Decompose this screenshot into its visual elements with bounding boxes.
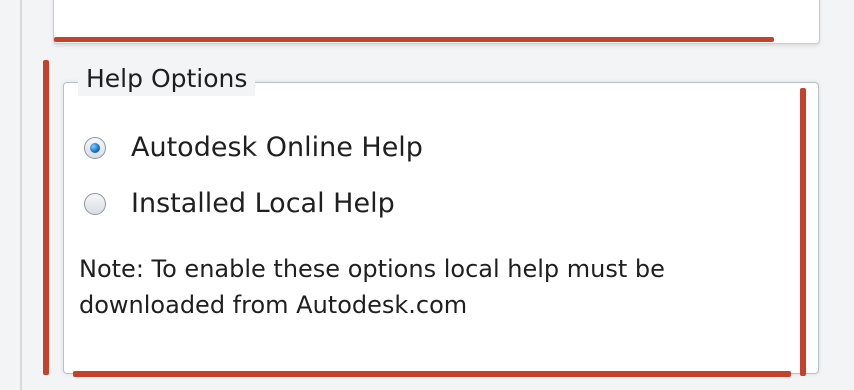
help-options-title: Help Options — [78, 62, 256, 96]
help-note-text: Note: To enable these options local help… — [79, 255, 665, 319]
installed-local-help-option[interactable]: Installed Local Help — [84, 186, 395, 222]
installed-local-help-radio[interactable] — [84, 193, 106, 215]
red-annotation-line-top — [54, 37, 774, 42]
autodesk-online-help-option[interactable]: Autodesk Online Help — [84, 130, 423, 166]
autodesk-online-help-label[interactable]: Autodesk Online Help — [131, 130, 423, 166]
help-options-screenshot: Help Options Autodesk Online Help Instal… — [0, 0, 854, 390]
red-annotation-line-bottom — [73, 371, 791, 377]
installed-local-help-label[interactable]: Installed Local Help — [131, 186, 395, 222]
autodesk-online-help-radio[interactable] — [84, 137, 106, 159]
red-annotation-line-right — [800, 88, 806, 376]
red-annotation-line-left — [43, 60, 49, 375]
left-separator — [20, 0, 22, 390]
help-options-group-box — [63, 82, 819, 374]
